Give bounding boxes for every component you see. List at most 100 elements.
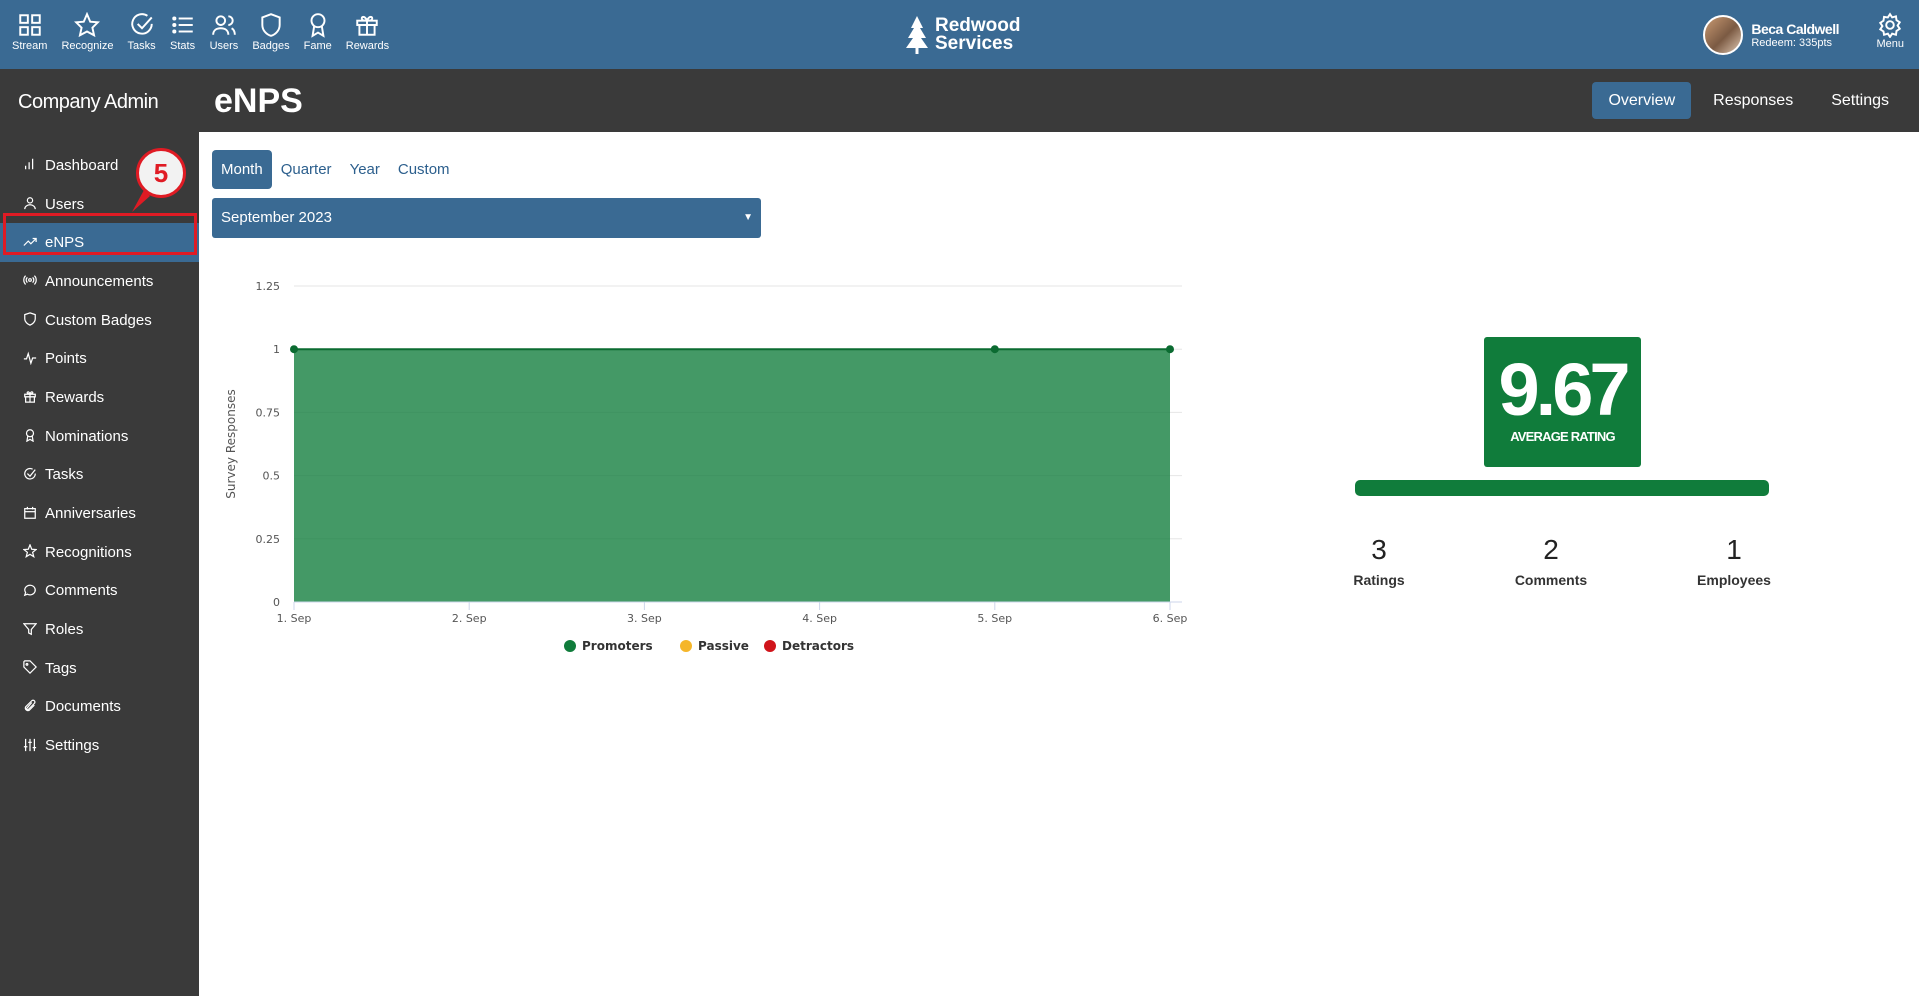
award-icon bbox=[23, 428, 39, 444]
sidebar-item-label: Recognitions bbox=[45, 543, 132, 561]
stat-employees-value: 1 bbox=[1726, 534, 1742, 565]
user-name: Beca Caldwell bbox=[1751, 21, 1839, 37]
broadcast-icon bbox=[23, 273, 39, 289]
tab-responses[interactable]: Responses bbox=[1697, 82, 1809, 119]
x-tick-label: 3. Sep bbox=[627, 612, 662, 625]
calendar-icon bbox=[23, 506, 39, 522]
stat-comments: 2 Comments bbox=[1491, 534, 1611, 588]
star-icon bbox=[23, 544, 39, 560]
users-icon bbox=[212, 15, 236, 35]
nav-users[interactable]: Users bbox=[210, 12, 238, 52]
view-tabs: Overview Responses Settings bbox=[1586, 82, 1905, 119]
tree-icon bbox=[906, 16, 928, 54]
sidebar-title: Company Admin bbox=[18, 91, 159, 113]
sidebar-item-announcements[interactable]: Announcements bbox=[0, 262, 199, 301]
bar-chart-icon bbox=[23, 157, 39, 173]
step-number-badge: 5 bbox=[136, 148, 186, 198]
legend-label: Promoters bbox=[582, 639, 653, 653]
sidebar-item-label: Settings bbox=[45, 737, 100, 755]
star-icon bbox=[74, 12, 101, 38]
average-rating-value: 9.67 bbox=[1498, 348, 1630, 431]
series-area-promoters bbox=[294, 349, 1170, 602]
sidebar-item-tasks[interactable]: Tasks bbox=[0, 456, 199, 495]
sidebar-item-label: Documents bbox=[45, 698, 121, 716]
x-tick-label: 1. Sep bbox=[277, 612, 312, 625]
y-tick-label: 0.75 bbox=[256, 406, 281, 419]
y-axis-label: Survey Responses bbox=[224, 389, 238, 498]
sidebar-item-anniversaries[interactable]: Anniversaries bbox=[0, 494, 199, 533]
nav-rewards[interactable]: Rewards bbox=[346, 12, 389, 52]
stat-ratings-label: Ratings bbox=[1353, 572, 1405, 588]
period-tab-month[interactable]: Month bbox=[212, 150, 272, 189]
nav-tasks-label: Tasks bbox=[127, 40, 156, 52]
activity-icon bbox=[23, 351, 39, 367]
month-select[interactable]: September 2023 ▼ bbox=[212, 198, 761, 238]
period-tab-custom[interactable]: Custom bbox=[389, 150, 459, 189]
nav-badges[interactable]: Badges bbox=[252, 12, 290, 52]
nav-tasks[interactable]: Tasks bbox=[127, 12, 156, 52]
award-icon bbox=[310, 13, 326, 38]
sidebar-item-rewards[interactable]: Rewards bbox=[0, 378, 199, 417]
tag-icon bbox=[23, 660, 39, 676]
menu-button[interactable]: Menu bbox=[1876, 12, 1904, 50]
sidebar-item-settings[interactable]: Settings bbox=[0, 726, 199, 765]
sidebar-item-custom-badges[interactable]: Custom Badges bbox=[0, 301, 199, 340]
brand-line2: Services bbox=[935, 33, 1014, 54]
legend-marker bbox=[680, 640, 692, 652]
enps-chart: 0 0.25 0.5 0.75 1 1.25 Survey Responses 1. Sep 2… bbox=[224, 280, 1188, 653]
average-rating-label: AVERAGE RATING bbox=[1510, 429, 1615, 444]
stat-ratings: 3 Ratings bbox=[1319, 534, 1439, 588]
sidebar-item-label: Roles bbox=[45, 621, 84, 639]
y-tick-label: 1.25 bbox=[256, 280, 281, 293]
nav-fame[interactable]: Fame bbox=[304, 12, 332, 52]
gift-icon bbox=[23, 389, 39, 405]
x-tick-label: 4. Sep bbox=[802, 612, 837, 625]
y-tick-label: 0.25 bbox=[256, 533, 281, 546]
tab-overview[interactable]: Overview bbox=[1592, 82, 1692, 119]
sidebar-item-recognitions[interactable]: Recognitions bbox=[0, 533, 199, 572]
sidebar-item-label: Dashboard bbox=[45, 156, 119, 174]
sidebar-item-label: Custom Badges bbox=[45, 311, 152, 329]
nav-stream[interactable]: Stream bbox=[12, 12, 47, 52]
stat-comments-value: 2 bbox=[1543, 534, 1559, 565]
gear-icon bbox=[1879, 12, 1902, 38]
sidebar-item-documents[interactable]: Documents bbox=[0, 688, 199, 727]
sidebar-item-points[interactable]: Points bbox=[0, 339, 199, 378]
user-profile[interactable]: Beca Caldwell Redeem: 335pts bbox=[1703, 15, 1839, 55]
comment-icon bbox=[23, 583, 39, 599]
average-rating-card: 9.67 AVERAGE RATING bbox=[1484, 337, 1641, 467]
sidebar-item-label: Points bbox=[45, 350, 87, 368]
y-tick-label: 0.5 bbox=[263, 470, 281, 483]
sub-header: Company Admin eNPS Overview Responses Se… bbox=[0, 69, 1919, 132]
step-highlight-box bbox=[3, 213, 197, 255]
sidebar-item-nominations[interactable]: Nominations bbox=[0, 417, 199, 456]
sidebar-item-tags[interactable]: Tags bbox=[0, 649, 199, 688]
legend-marker bbox=[564, 640, 576, 652]
legend-marker bbox=[764, 640, 776, 652]
list-icon bbox=[171, 16, 193, 34]
rating-progress-bar bbox=[1355, 480, 1769, 496]
x-tick-label: 6. Sep bbox=[1153, 612, 1188, 625]
data-point bbox=[1166, 345, 1174, 354]
user-points: Redeem: 335pts bbox=[1751, 37, 1833, 49]
sidebar-item-label: Comments bbox=[45, 582, 118, 600]
tab-settings[interactable]: Settings bbox=[1815, 82, 1905, 119]
nav-stats[interactable]: Stats bbox=[170, 12, 196, 52]
sidebar-item-label: Anniversaries bbox=[45, 505, 136, 523]
period-tab-quarter[interactable]: Quarter bbox=[272, 150, 341, 189]
brand-logo[interactable]: Redwood Services bbox=[905, 16, 1021, 54]
caret-down-icon: ▼ bbox=[743, 212, 753, 223]
sidebar-item-label: Tasks bbox=[45, 466, 84, 484]
shield-icon bbox=[261, 13, 281, 37]
sidebar-item-label: Tags bbox=[45, 659, 77, 677]
nav-recognize-label: Recognize bbox=[61, 40, 114, 52]
sidebar-item-roles[interactable]: Roles bbox=[0, 610, 199, 649]
nav-recognize[interactable]: Recognize bbox=[61, 12, 113, 52]
nav-rewards-label: Rewards bbox=[345, 40, 390, 52]
shield-icon bbox=[23, 312, 39, 328]
avatar[interactable] bbox=[1703, 15, 1744, 55]
period-tab-year[interactable]: Year bbox=[341, 150, 389, 189]
stat-employees: 1 Employees bbox=[1674, 534, 1794, 588]
sidebar-item-comments[interactable]: Comments bbox=[0, 572, 199, 611]
paperclip-icon bbox=[23, 699, 39, 715]
